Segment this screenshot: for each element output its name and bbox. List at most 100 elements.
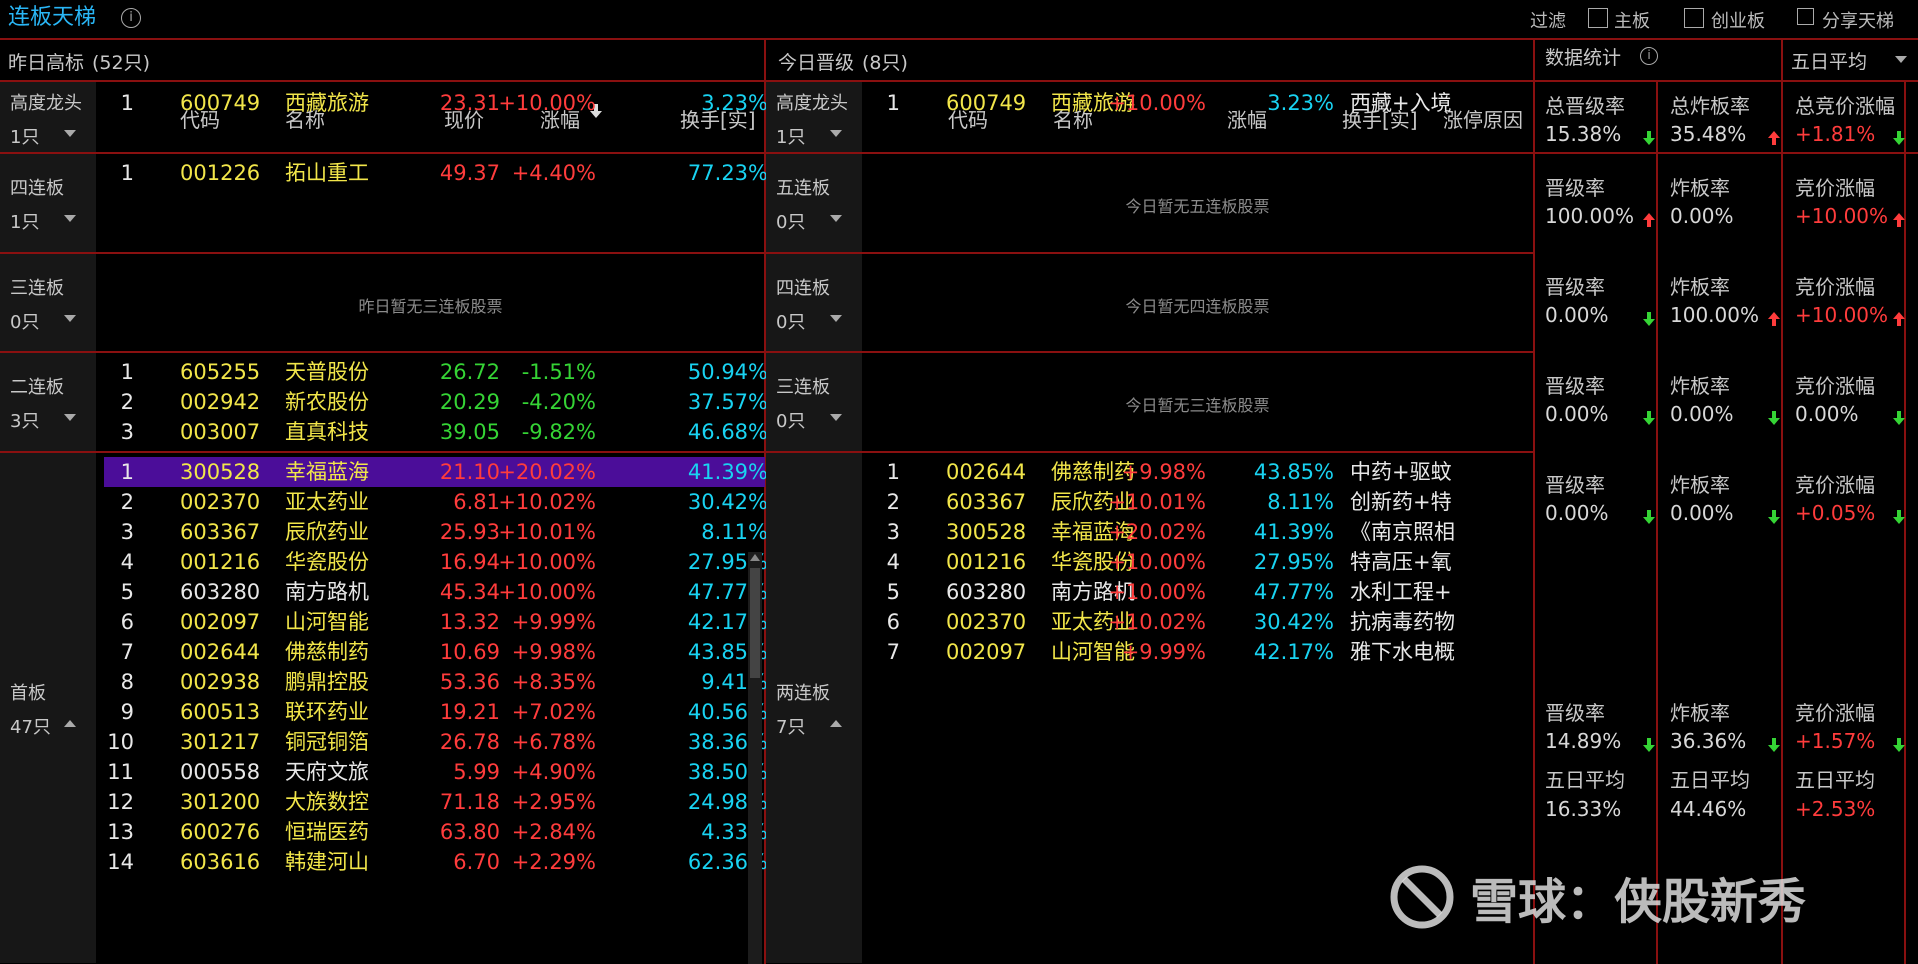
table-row[interactable]: 2 603367 辰欣药业 +10.01% 8.11% 创新药+特 xyxy=(870,487,1533,517)
table-row[interactable]: 3 300528 幸福蓝海 +20.02% 41.39% 《南京照相 xyxy=(870,517,1533,547)
chevron-down-icon[interactable] xyxy=(830,130,842,137)
chevron-up-icon[interactable] xyxy=(830,720,842,727)
mid-tier-sidebar[interactable]: 两连板 7只 xyxy=(766,453,862,963)
checkbox-main-board-label: 主板 xyxy=(1614,11,1650,32)
table-row[interactable]: 1 600749 西藏旅游 +10.00% 3.23% 西藏+入境 xyxy=(870,88,1533,118)
row-index: 2 xyxy=(120,490,134,514)
cell-value: +10.00% xyxy=(498,550,596,574)
table-row[interactable]: 1 600749 西藏旅游 23.31 +10.00% 3.23% xyxy=(104,88,768,118)
table-row[interactable]: 9 600513 联环药业 19.21 +7.02% 40.56% xyxy=(104,697,768,727)
period-dropdown[interactable]: 五日平均 xyxy=(1783,40,1918,80)
row-index: 1 xyxy=(120,91,134,115)
row-divider xyxy=(0,152,1918,154)
cell-value: 20.29 xyxy=(439,390,500,414)
stock-code: 002938 xyxy=(180,670,261,694)
mid-tier-sidebar[interactable]: 五连板 0只 xyxy=(766,154,862,252)
cell-value: 41.39% xyxy=(1253,520,1334,544)
stock-code: 002942 xyxy=(180,390,261,414)
cell-value: +10.01% xyxy=(498,520,596,544)
scrollbar-thumb[interactable] xyxy=(750,568,760,678)
cell-value: 雅下水电概 xyxy=(1350,640,1455,664)
arrow-down-icon xyxy=(1643,130,1655,149)
table-row[interactable]: 13 600276 恒瑞医药 63.80 +2.84% 4.33% xyxy=(104,817,768,847)
table-row[interactable]: 10 301217 铜冠铜箔 26.78 +6.78% 38.36% xyxy=(104,727,768,757)
chevron-down-icon[interactable] xyxy=(830,414,842,421)
cell-value: -4.20% xyxy=(521,390,596,414)
share-button[interactable]: 分享天梯 xyxy=(1822,7,1894,33)
table-row[interactable]: 5 603280 南方路机 +10.00% 47.77% 水利工程+ xyxy=(870,577,1533,607)
stock-code: 603280 xyxy=(946,580,1027,604)
stat-value: +10.00% xyxy=(1795,204,1889,228)
row-index: 9 xyxy=(120,700,134,724)
stock-name: 大族数控 xyxy=(285,790,369,814)
left-tier-sidebar[interactable]: 四连板 1只 xyxy=(0,154,96,252)
mid-tier-sidebar[interactable]: 三连板 0只 xyxy=(766,353,862,451)
cell-value: 30.42% xyxy=(687,490,768,514)
cell-value: 8.11% xyxy=(1267,490,1334,514)
chevron-down-icon[interactable] xyxy=(64,314,76,322)
cell-value: +10.02% xyxy=(1108,610,1206,634)
chevron-down-icon[interactable] xyxy=(830,215,842,222)
stock-code: 000558 xyxy=(180,760,261,784)
cell-value: 抗病毒药物 xyxy=(1350,610,1455,634)
mid-tier-sidebar[interactable]: 四连板 0只 xyxy=(766,254,862,351)
table-row[interactable]: 3 003007 直真科技 39.05 -9.82% 46.68% xyxy=(104,417,768,447)
table-row[interactable]: 5 603280 南方路机 45.34 +10.00% 47.77% xyxy=(104,577,768,607)
table-row[interactable]: 7 002097 山河智能 +9.99% 42.17% 雅下水电概 xyxy=(870,637,1533,667)
stat-value: 100.00% xyxy=(1545,204,1634,228)
left-tier-sidebar[interactable]: 二连板 3只 xyxy=(0,353,96,451)
table-row[interactable]: 1 605255 天普股份 26.72 -1.51% 50.94% xyxy=(104,357,768,387)
mid-tier-sidebar[interactable]: 高度龙头 1只 xyxy=(766,84,862,152)
table-row[interactable]: 14 603616 韩建河山 6.70 +2.29% 62.36% xyxy=(104,847,768,877)
table-row[interactable]: 11 000558 天府文旅 5.99 +4.90% 38.50% xyxy=(104,757,768,787)
stat-label: 竞价涨幅 xyxy=(1795,701,1875,725)
cell-value: +9.98% xyxy=(1121,460,1206,484)
table-row[interactable]: 4 001216 华瓷股份 +10.00% 27.95% 特高压+氧 xyxy=(870,547,1533,577)
tier-divider xyxy=(0,252,765,254)
stat-label: 晋级率 xyxy=(1545,473,1605,497)
table-row[interactable]: 1 001226 拓山重工 49.37 +4.40% 77.23% xyxy=(104,158,768,188)
tier-name: 二连板 xyxy=(10,377,64,398)
scroll-up-icon[interactable] xyxy=(750,554,760,561)
cell-value: 27.95% xyxy=(1253,550,1334,574)
arrow-up-icon xyxy=(1893,311,1905,330)
table-row[interactable]: 4 001216 华瓷股份 16.94 +10.00% 27.95% xyxy=(104,547,768,577)
left-tier-sidebar[interactable]: 高度龙头 1只 xyxy=(0,84,96,152)
table-row[interactable]: 1 300528 幸福蓝海 21.10 +20.02% 41.39% xyxy=(104,457,768,487)
info-icon[interactable]: i xyxy=(121,8,141,28)
cell-value: +2.95% xyxy=(511,790,596,814)
arrow-down-icon xyxy=(1643,410,1655,429)
left-tier-sidebar[interactable]: 首板 47只 xyxy=(0,453,96,963)
chevron-down-icon[interactable] xyxy=(64,130,76,137)
table-row[interactable]: 2 002370 亚太药业 6.81 +10.02% 30.42% xyxy=(104,487,768,517)
checkbox-gem-board[interactable] xyxy=(1684,8,1704,28)
table-row[interactable]: 12 301200 大族数控 71.18 +2.95% 24.98% xyxy=(104,787,768,817)
stock-name: 华瓷股份 xyxy=(285,550,369,574)
chevron-down-icon[interactable] xyxy=(64,414,76,421)
arrow-down-icon xyxy=(1768,509,1780,528)
stock-code: 002644 xyxy=(946,460,1027,484)
table-row[interactable]: 2 002942 新农股份 20.29 -4.20% 37.57% xyxy=(104,387,768,417)
table-row[interactable]: 8 002938 鹏鼎控股 53.36 +8.35% 9.41% xyxy=(104,667,768,697)
left-tier-sidebar[interactable]: 三连板 0只 xyxy=(0,254,96,351)
cell-value: 6.70 xyxy=(453,850,500,874)
stat-value: 0.00% xyxy=(1545,303,1609,327)
table-row[interactable]: 1 002644 佛慈制药 +9.98% 43.85% 中药+驱蚊 xyxy=(870,457,1533,487)
chevron-up-icon[interactable] xyxy=(64,720,76,727)
stats-info-icon[interactable]: i xyxy=(1640,47,1658,65)
column-divider xyxy=(1533,40,1535,964)
checkbox-main-board[interactable] xyxy=(1588,8,1608,28)
stock-code: 001226 xyxy=(180,161,261,185)
cell-value: +10.00% xyxy=(1108,580,1206,604)
chevron-down-icon[interactable] xyxy=(830,314,842,322)
scrollbar[interactable] xyxy=(748,552,762,964)
chevron-down-icon[interactable] xyxy=(64,215,76,222)
table-row[interactable]: 6 002097 山河智能 13.32 +9.99% 42.17% xyxy=(104,607,768,637)
share-icon[interactable] xyxy=(1797,8,1814,25)
table-row[interactable]: 7 002644 佛慈制药 10.69 +9.98% 43.85% xyxy=(104,637,768,667)
tier-name: 高度龙头 xyxy=(776,93,848,114)
row-index: 1 xyxy=(120,360,134,384)
table-row[interactable]: 6 002370 亚太药业 +10.02% 30.42% 抗病毒药物 xyxy=(870,607,1533,637)
table-row[interactable]: 3 603367 辰欣药业 25.93 +10.01% 8.11% xyxy=(104,517,768,547)
cell-value: 47.77% xyxy=(1253,580,1334,604)
